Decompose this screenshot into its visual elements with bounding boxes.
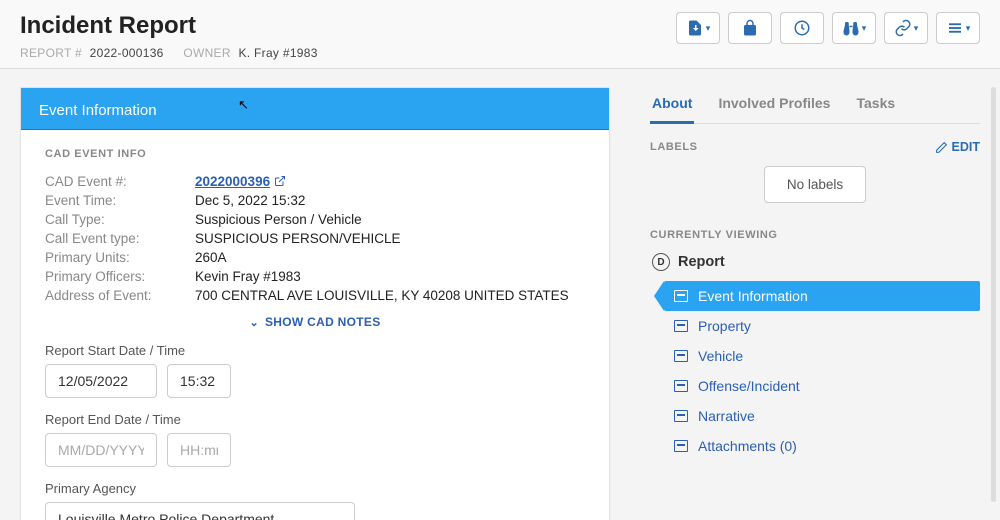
page-header: Incident Report REPORT # 2022-000136 OWN… (0, 0, 1000, 69)
page-title: Incident Report (20, 12, 334, 40)
call-type-value: Suspicious Person / Vehicle (195, 212, 362, 227)
nav-item-event-information[interactable]: Event Information (664, 281, 980, 311)
clock-icon (793, 19, 811, 37)
sidebar: About Involved Profiles Tasks LABELS EDI… (630, 69, 1000, 520)
labels-section-label: LABELS (650, 141, 698, 153)
external-link-icon (274, 175, 286, 187)
address-value: 700 CENTRAL AVE LOUISVILLE, KY 40208 UNI… (195, 288, 569, 303)
history-button[interactable] (780, 12, 824, 44)
call-event-type-label: Call Event type: (45, 231, 195, 246)
call-type-label: Call Type: (45, 212, 195, 227)
no-labels-button[interactable]: No labels (764, 166, 866, 203)
nav-item-offense-incident[interactable]: Offense/Incident (664, 371, 980, 401)
panel-title: Event Information (21, 88, 609, 130)
edit-labels-button[interactable]: EDIT (935, 140, 980, 154)
header-actions: ▾ ▾ ▾ ▾ (676, 12, 980, 44)
tab-about[interactable]: About (650, 87, 694, 124)
document-circle-icon: D (652, 253, 670, 271)
primary-agency-select[interactable]: Louisville Metro Police Department ⌄ (45, 502, 355, 520)
address-label: Address of Event: (45, 288, 195, 303)
export-icon (686, 19, 704, 37)
end-time-input[interactable] (167, 433, 231, 467)
primary-agency-label: Primary Agency (45, 481, 585, 496)
primary-officers-label: Primary Officers: (45, 269, 195, 284)
nav-root-report[interactable]: D Report (650, 253, 980, 271)
main-content: Event Information CAD EVENT INFO CAD Eve… (0, 69, 630, 520)
link-icon (894, 19, 912, 37)
menu-icon (946, 19, 964, 37)
pencil-icon (935, 141, 948, 154)
cad-section-label: CAD EVENT INFO (45, 148, 585, 160)
currently-viewing-label: CURRENTLY VIEWING (650, 229, 980, 241)
nav-item-vehicle[interactable]: Vehicle (664, 341, 980, 371)
section-icon (674, 440, 688, 452)
section-icon (674, 410, 688, 422)
primary-units-label: Primary Units: (45, 250, 195, 265)
binoculars-icon (842, 19, 860, 37)
nav-item-narrative[interactable]: Narrative (664, 401, 980, 431)
primary-units-value: 260A (195, 250, 227, 265)
link-button[interactable]: ▾ (884, 12, 928, 44)
watch-button[interactable]: ▾ (832, 12, 876, 44)
lock-button[interactable] (728, 12, 772, 44)
section-icon (674, 320, 688, 332)
primary-officers-value: Kevin Fray #1983 (195, 269, 301, 284)
lock-icon (741, 19, 759, 37)
start-date-label: Report Start Date / Time (45, 343, 585, 358)
owner-value: K. Fray #1983 (238, 46, 317, 60)
start-time-input[interactable] (167, 364, 231, 398)
show-cad-notes-link[interactable]: ⌄SHOW CAD NOTES (249, 315, 380, 329)
section-icon (674, 380, 688, 392)
nav-item-property[interactable]: Property (664, 311, 980, 341)
end-date-input[interactable] (45, 433, 157, 467)
event-info-panel: Event Information CAD EVENT INFO CAD Eve… (20, 87, 610, 520)
cad-event-label: CAD Event #: (45, 174, 195, 189)
end-date-label: Report End Date / Time (45, 412, 585, 427)
call-event-type-value: SUSPICIOUS PERSON/VEHICLE (195, 231, 401, 246)
section-icon (674, 350, 688, 362)
start-date-input[interactable] (45, 364, 157, 398)
sidebar-tabs: About Involved Profiles Tasks (650, 87, 980, 124)
chevron-down-icon: ⌄ (249, 317, 259, 329)
scrollbar[interactable] (991, 87, 996, 502)
menu-button[interactable]: ▾ (936, 12, 980, 44)
tab-tasks[interactable]: Tasks (854, 87, 897, 123)
chevron-down-icon: ⌄ (315, 513, 324, 520)
cad-event-link[interactable]: 2022000396 (195, 174, 270, 189)
tab-involved-profiles[interactable]: Involved Profiles (716, 87, 832, 123)
report-number-label: REPORT # (20, 46, 82, 60)
export-button[interactable]: ▾ (676, 12, 720, 44)
report-number-value: 2022-000136 (90, 46, 164, 60)
nav-list: Event Information Property Vehicle Offen… (664, 281, 980, 461)
header-meta: REPORT # 2022-000136 OWNER K. Fray #1983 (20, 46, 334, 60)
owner-label: OWNER (183, 46, 231, 60)
section-icon (674, 290, 688, 302)
primary-agency-value: Louisville Metro Police Department (58, 511, 274, 520)
event-time-value: Dec 5, 2022 15:32 (195, 193, 305, 208)
event-time-label: Event Time: (45, 193, 195, 208)
nav-item-attachments[interactable]: Attachments (0) (664, 431, 980, 461)
